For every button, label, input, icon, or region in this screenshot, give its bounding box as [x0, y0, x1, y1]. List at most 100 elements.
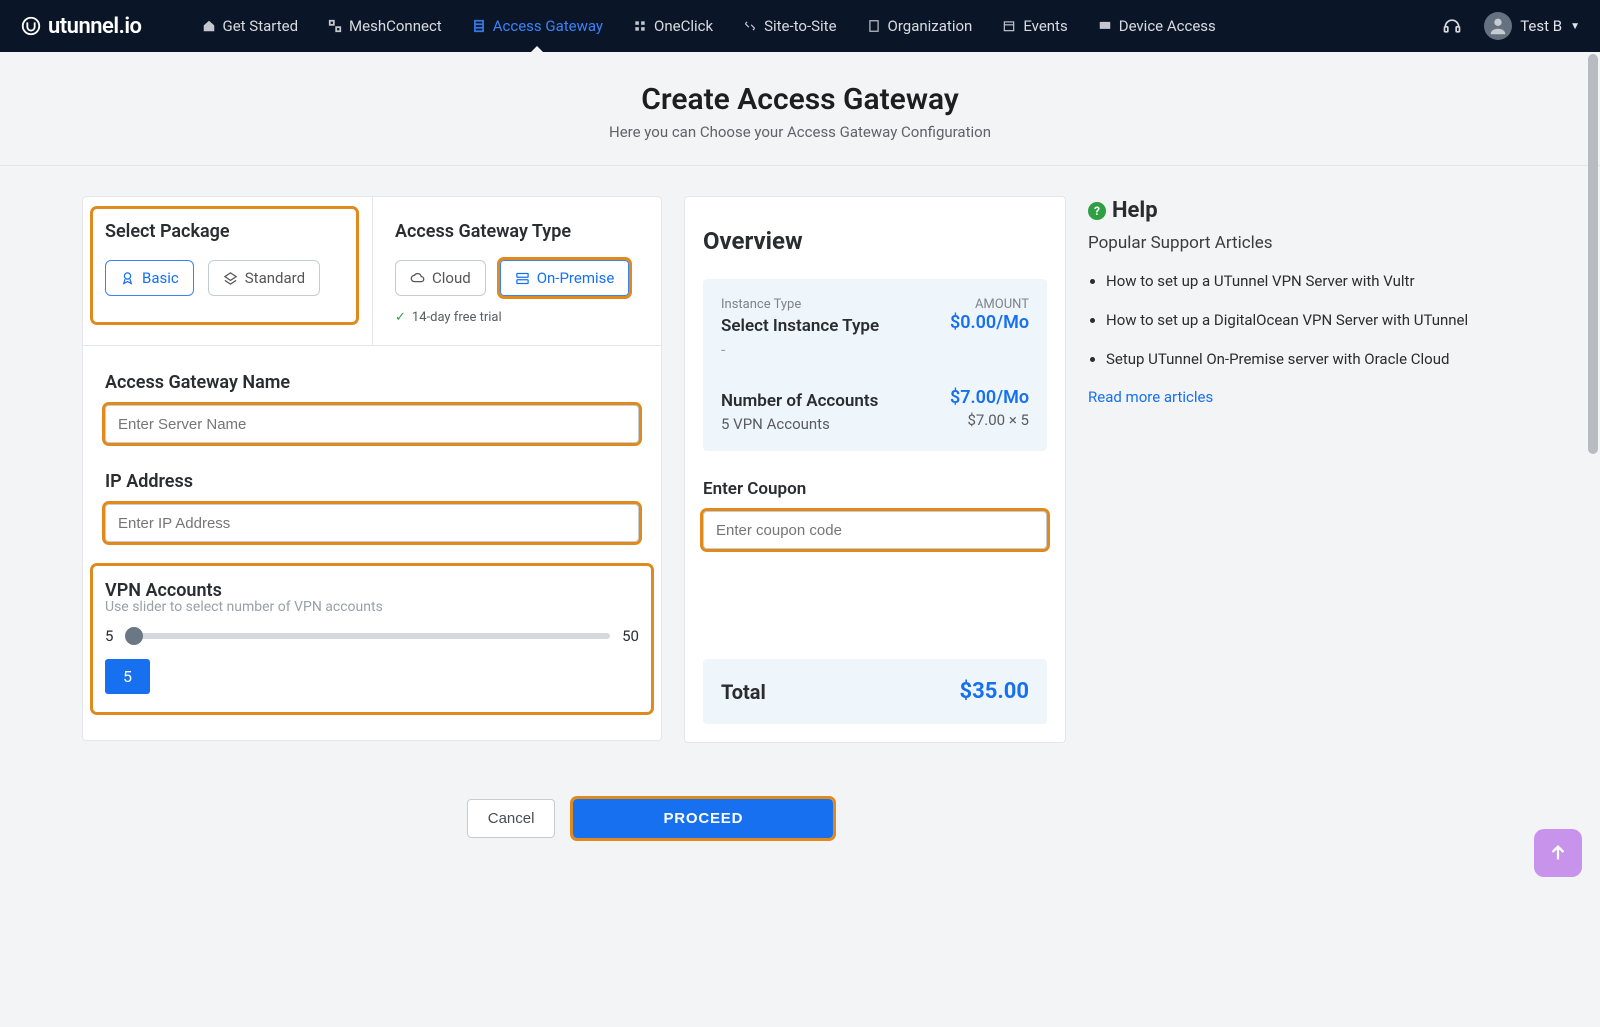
brand-text: utunnel.io: [48, 14, 142, 39]
nav-items: Get Started MeshConnect Access Gateway O…: [202, 17, 1411, 35]
scrollbar[interactable]: [1588, 54, 1598, 454]
nav-label: Organization: [888, 17, 973, 35]
vpn-slider-row: 5 50: [105, 627, 639, 645]
total-box: Total $35.00: [703, 659, 1047, 724]
total-label: Total: [721, 680, 766, 704]
pill-label: Basic: [142, 269, 179, 287]
basic-icon: [120, 271, 135, 286]
read-more-link[interactable]: Read more articles: [1088, 388, 1518, 406]
help-subtitle: Popular Support Articles: [1088, 233, 1518, 253]
ip-block: IP Address: [105, 471, 639, 542]
config-column: Select Package Basic Standar: [82, 196, 662, 741]
package-panel: Select Package Basic Standar: [83, 197, 373, 345]
nav-label: Get Started: [223, 17, 299, 35]
nav-device-access[interactable]: Device Access: [1098, 17, 1216, 35]
gateway-type-title: Access Gateway Type: [395, 221, 639, 242]
accounts-math: $7.00 × 5: [967, 411, 1029, 433]
instance-type-caption: Instance Type: [721, 297, 801, 312]
accounts-sub: 5 VPN Accounts: [721, 415, 830, 433]
events-icon: [1002, 19, 1016, 33]
instance-price: $0.00/Mo: [950, 312, 1029, 336]
gateway-name-block: Access Gateway Name: [105, 372, 639, 443]
site-icon: [743, 19, 757, 33]
nav-oneclick[interactable]: OneClick: [633, 17, 713, 35]
accounts-label: Number of Accounts: [721, 391, 878, 411]
server-icon: [515, 271, 530, 286]
help-title: Help: [1112, 198, 1158, 223]
total-price: $35.00: [960, 679, 1030, 704]
coupon-label: Enter Coupon: [703, 479, 1047, 499]
nav-access-gateway[interactable]: Access Gateway: [472, 17, 603, 35]
home-icon: [202, 19, 216, 33]
device-icon: [1098, 19, 1112, 33]
gateway-onpremise-button[interactable]: On-Premise: [500, 260, 630, 296]
avatar: [1484, 12, 1512, 40]
pill-label: Standard: [245, 269, 305, 287]
brand-logo[interactable]: utunnel.io: [20, 14, 142, 39]
gateway-icon: [472, 19, 486, 33]
select-instance-label: Select Instance Type: [721, 316, 879, 336]
ip-label: IP Address: [105, 471, 639, 492]
overview-box: Instance Type AMOUNT Select Instance Typ…: [703, 279, 1047, 451]
help-head: ? Help: [1088, 198, 1518, 223]
page-subtitle: Here you can Choose your Access Gateway …: [0, 123, 1600, 141]
vpn-label: VPN Accounts: [105, 580, 639, 601]
avatar-icon: [1487, 15, 1509, 37]
nav-right: Test B ▼: [1442, 12, 1580, 40]
ip-input[interactable]: [105, 504, 639, 542]
help-list: How to set up a UTunnel VPN Server with …: [1088, 271, 1518, 370]
overview-title: Overview: [703, 227, 1047, 255]
vpn-slider[interactable]: [125, 633, 610, 639]
user-menu[interactable]: Test B ▼: [1484, 12, 1580, 40]
amount-caption: AMOUNT: [975, 297, 1029, 312]
pill-label: Cloud: [432, 269, 471, 287]
cancel-button[interactable]: Cancel: [467, 799, 556, 838]
help-article[interactable]: How to set up a DigitalOcean VPN Server …: [1106, 310, 1518, 331]
vpn-slider-thumb[interactable]: [125, 627, 143, 645]
gateway-type-panel: Access Gateway Type Cloud On-Premise: [373, 197, 661, 345]
user-name: Test B: [1520, 17, 1562, 35]
coupon-block: Enter Coupon: [703, 479, 1047, 549]
gateway-name-input[interactable]: [105, 405, 639, 443]
nav-label: Access Gateway: [493, 17, 603, 35]
headset-icon[interactable]: [1442, 16, 1462, 36]
cloud-icon: [410, 271, 425, 286]
instance-dash: -: [721, 340, 1029, 359]
left-form: Access Gateway Name IP Address VPN Accou…: [83, 346, 661, 740]
chevron-down-icon: ▼: [1570, 21, 1580, 32]
nav-organization[interactable]: Organization: [867, 17, 973, 35]
trial-note: ✓ 14-day free trial: [395, 310, 639, 325]
help-article[interactable]: How to set up a UTunnel VPN Server with …: [1106, 271, 1518, 292]
nav-site-to-site[interactable]: Site-to-Site: [743, 17, 836, 35]
main-wrap: Select Package Basic Standar: [0, 196, 1600, 743]
mesh-icon: [328, 19, 342, 33]
package-title: Select Package: [105, 221, 344, 242]
nav-events[interactable]: Events: [1002, 17, 1067, 35]
package-basic-button[interactable]: Basic: [105, 260, 194, 296]
accounts-price: $7.00/Mo: [950, 387, 1029, 411]
org-icon: [867, 19, 881, 33]
nav-label: OneClick: [654, 17, 713, 35]
nav-label: Events: [1023, 17, 1067, 35]
package-standard-button[interactable]: Standard: [208, 260, 320, 296]
nav-label: MeshConnect: [349, 17, 442, 35]
help-article[interactable]: Setup UTunnel On-Premise server with Ora…: [1106, 349, 1518, 370]
overview-column: Overview Instance Type AMOUNT Select Ins…: [684, 196, 1066, 743]
brand-icon: [20, 15, 42, 37]
vpn-min: 5: [105, 627, 113, 645]
standard-icon: [223, 271, 238, 286]
proceed-button[interactable]: PROCEED: [573, 799, 833, 838]
coupon-input[interactable]: [703, 511, 1047, 549]
top-panels: Select Package Basic Standar: [83, 197, 661, 345]
pill-label: On-Premise: [537, 269, 615, 287]
page-header: Create Access Gateway Here you can Choos…: [0, 52, 1600, 166]
gateway-cloud-button[interactable]: Cloud: [395, 260, 486, 296]
trial-text: 14-day free trial: [412, 310, 502, 325]
nav-meshconnect[interactable]: MeshConnect: [328, 17, 442, 35]
oneclick-icon: [633, 19, 647, 33]
arrow-up-icon: [1547, 842, 1569, 864]
gateway-name-label: Access Gateway Name: [105, 372, 639, 393]
nav-get-started[interactable]: Get Started: [202, 17, 299, 35]
nav-label: Device Access: [1119, 17, 1216, 35]
scroll-top-button[interactable]: [1534, 829, 1582, 877]
